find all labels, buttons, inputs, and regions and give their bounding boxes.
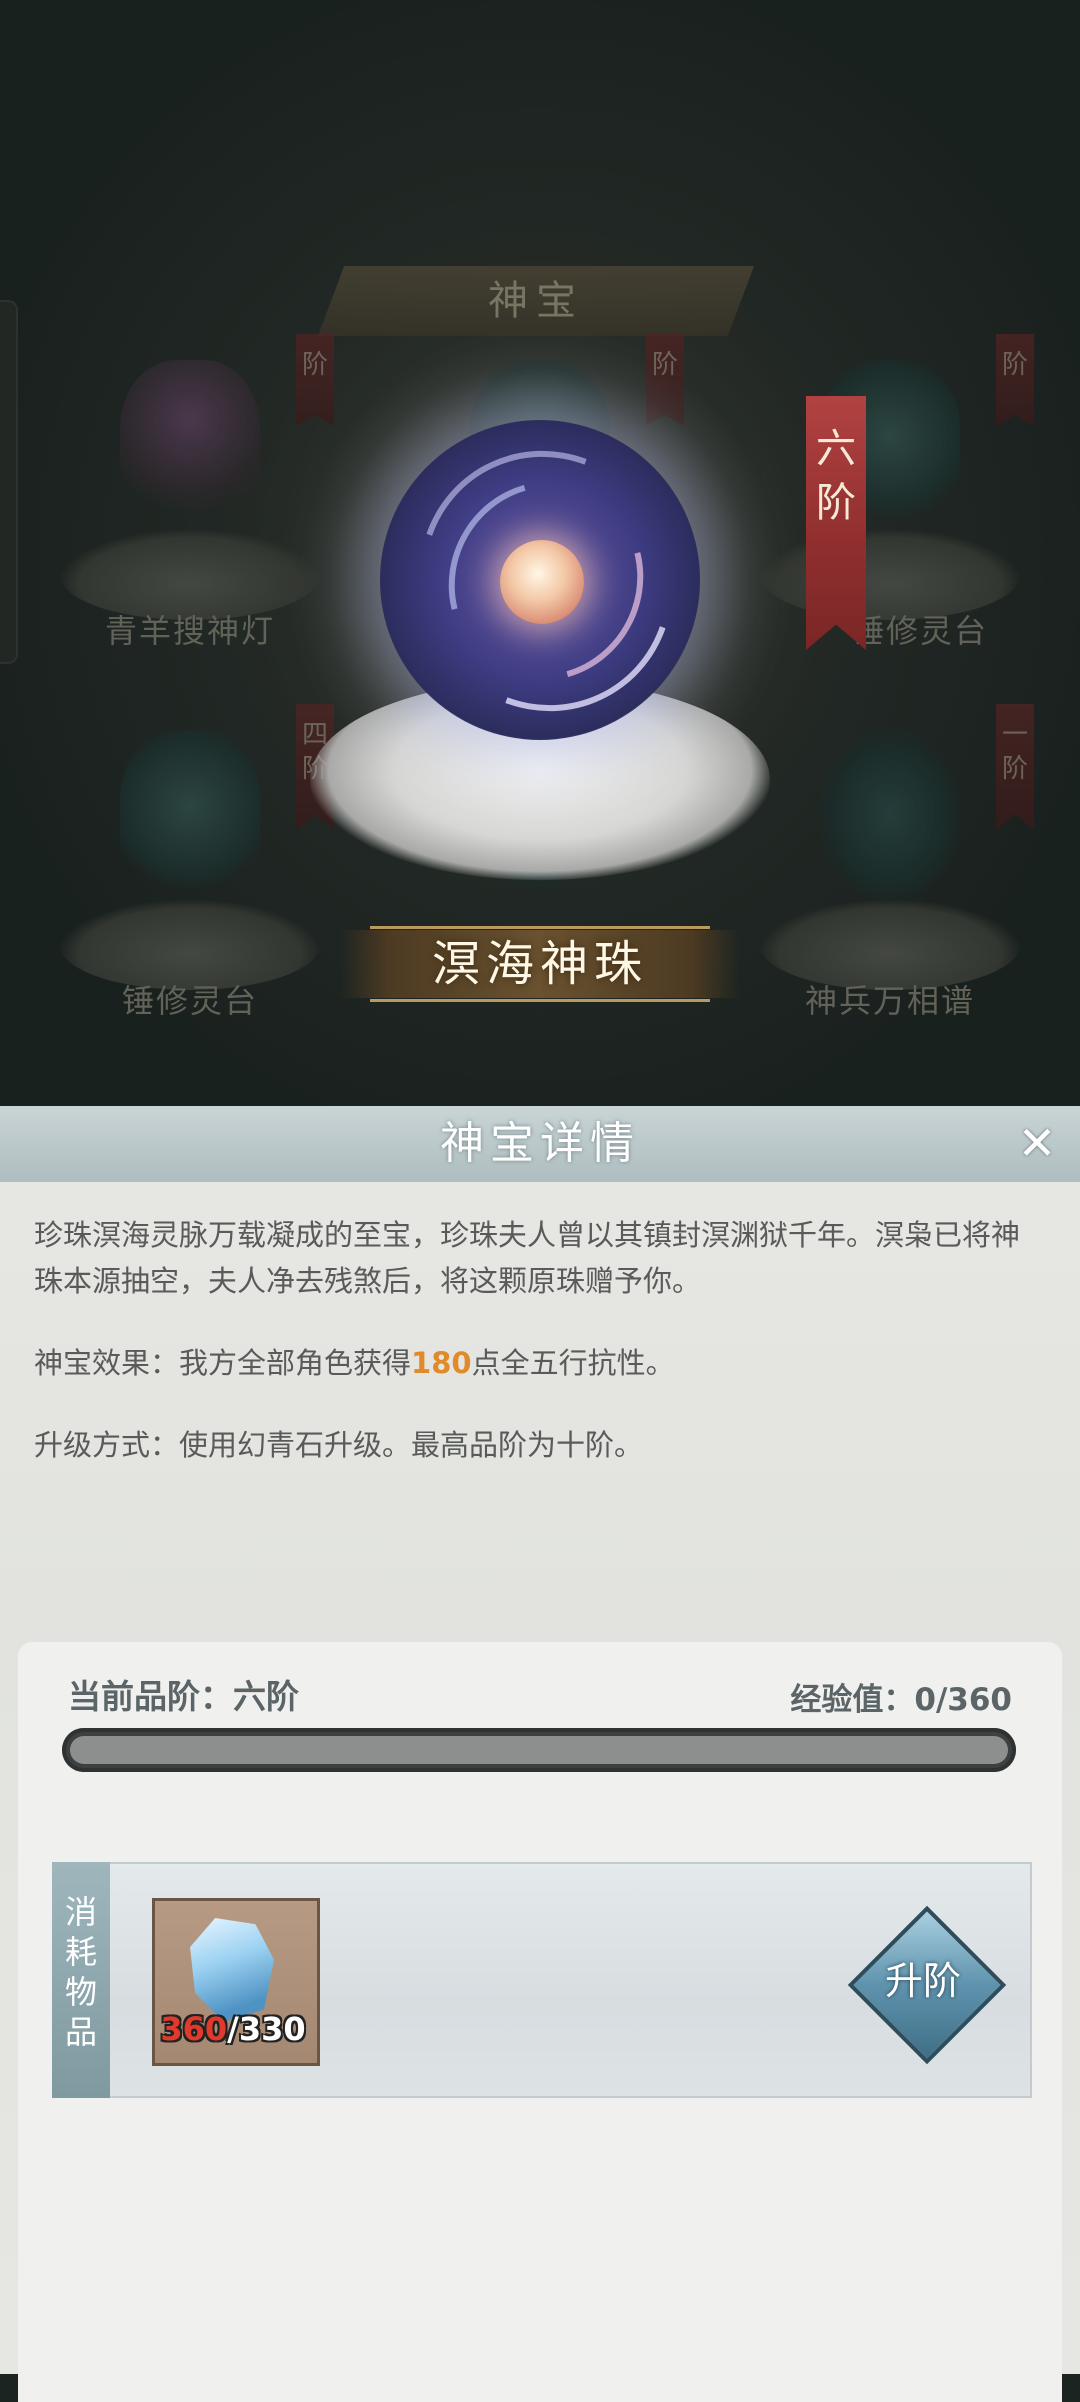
- cost-side-char: 物: [64, 1973, 97, 2011]
- current-rank-label: 当前品阶：六阶: [68, 1677, 299, 1716]
- cost-side-char: 消: [64, 1893, 97, 1931]
- cost-side-char: 耗: [64, 1933, 97, 1971]
- upgrade-button[interactable]: 升阶: [847, 1905, 1007, 2065]
- effect-suffix: 点全五行抗性。: [471, 1346, 675, 1380]
- close-icon[interactable]: ✕: [1012, 1118, 1062, 1168]
- cost-item-count: 360/330: [152, 2010, 314, 2048]
- upgrade-method: 升级方式：使用幻青石升级。最高品阶为十阶。: [34, 1428, 644, 1462]
- exp-progress-bar: [62, 1728, 1016, 1772]
- cost-side-char: 品: [64, 2013, 97, 2051]
- focus-rank-ribbon: 六阶: [806, 396, 866, 650]
- pearl-core: [500, 540, 584, 624]
- treasure-description: 珍珠溟海灵脉万载凝成的至宝，珍珠夫人曾以其镇封溟渊狱千年。溟枭已将神珠本源抽空，…: [34, 1218, 1021, 1298]
- exp-label: 经验值：0/360: [790, 1682, 1012, 1718]
- focus-item-name: 溟海神珠: [431, 936, 648, 992]
- effect-prefix: 神宝效果：我方全部角色获得: [34, 1346, 412, 1380]
- detail-title: 神宝详情: [440, 1118, 640, 1169]
- upgrade-button-label: 升阶: [884, 1959, 961, 2003]
- treasure-effect: 神宝效果：我方全部角色获得180点全五行抗性。: [34, 1340, 1046, 1386]
- effect-value: 180: [411, 1346, 472, 1380]
- treasure-showcase: 神宝 阶 青羊搜神灯 阶 阶 锤修灵台 四阶 锤修灵台 六阶 一阶 神兵万相谱 …: [0, 0, 1080, 1106]
- cost-side-label: 消 耗 物 品: [52, 1892, 110, 2052]
- item-need: /330: [227, 2010, 306, 2048]
- exp-progress-fill: [70, 1736, 1008, 1764]
- item-have: 360: [160, 2010, 228, 2048]
